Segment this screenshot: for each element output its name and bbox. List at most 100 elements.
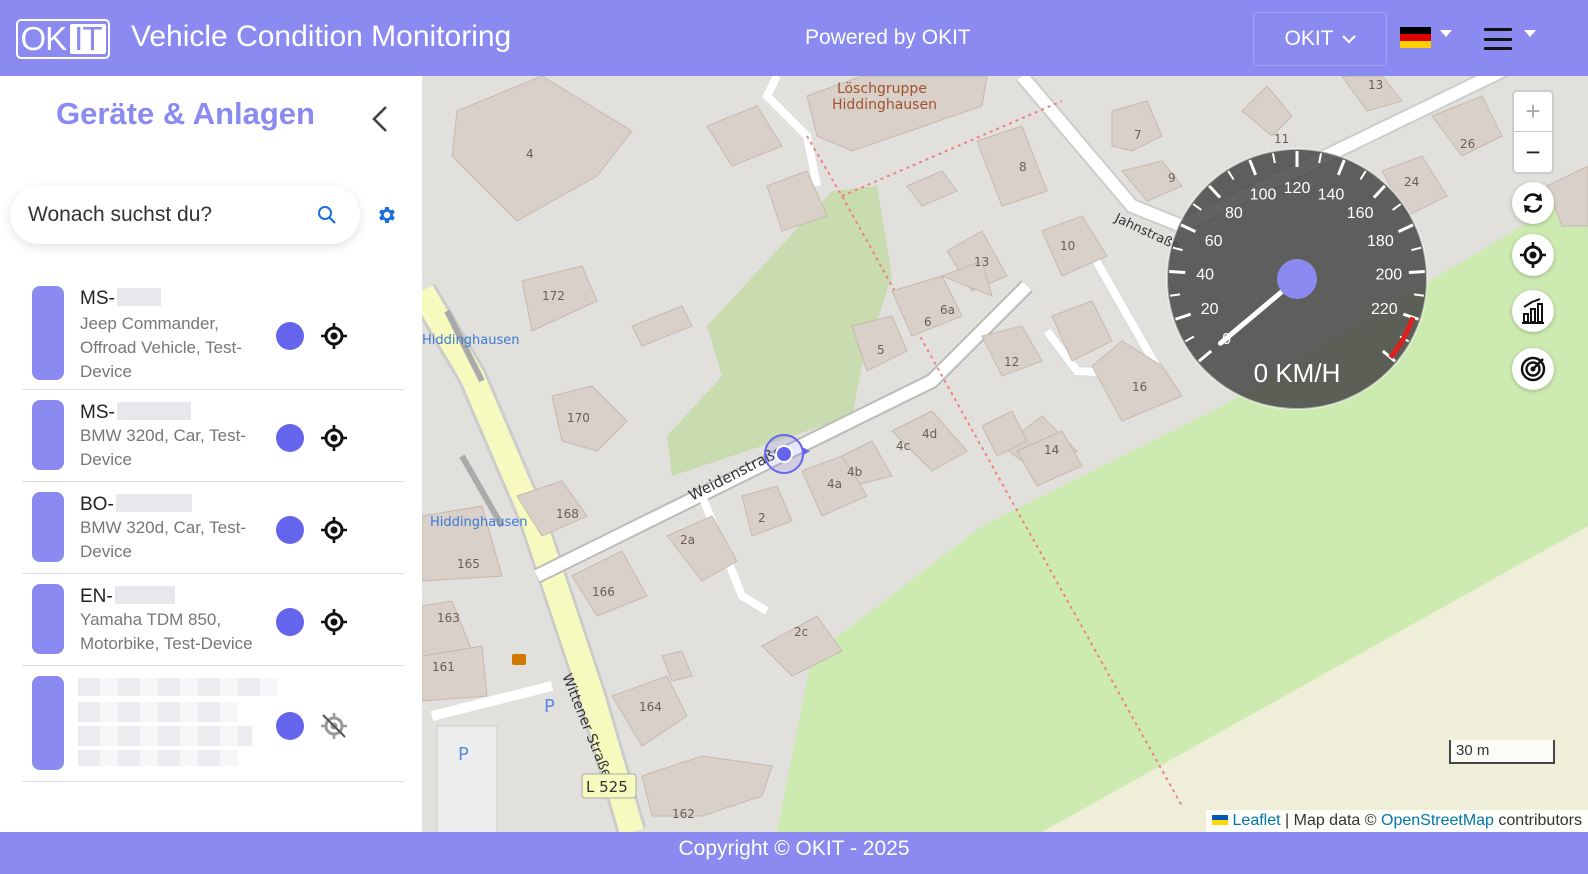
crosshair-icon: [1520, 242, 1546, 268]
svg-text:161: 161: [432, 660, 455, 674]
svg-text:4: 4: [526, 147, 534, 161]
german-flag-icon[interactable]: [1400, 27, 1431, 48]
search-input[interactable]: [28, 198, 308, 232]
device-color-bar: [32, 286, 64, 380]
svg-text:7: 7: [1134, 128, 1142, 142]
svg-text:6a: 6a: [940, 303, 955, 317]
gauge-tick: [1169, 293, 1181, 297]
svg-text:12: 12: [1004, 355, 1019, 369]
svg-text:16: 16: [1132, 380, 1147, 394]
gauge-tick: [1413, 293, 1425, 297]
speed-readout: 0 KM/H: [1254, 358, 1341, 388]
language-caret-icon[interactable]: [1440, 30, 1452, 37]
status-dot: [276, 322, 304, 350]
gauge-tick-label: 60: [1205, 233, 1223, 250]
powered-by-text: Powered by OKIT: [805, 26, 971, 49]
okit-logo[interactable]: OK IT: [16, 19, 110, 59]
search-icon[interactable]: [316, 204, 338, 226]
list-item[interactable]: BO- BMW 320d, Car, Test-Device: [22, 482, 404, 574]
svg-text:26: 26: [1460, 137, 1475, 151]
gauge-tick-label: 180: [1367, 233, 1394, 250]
gauge-tick-label: 80: [1225, 205, 1243, 222]
list-item[interactable]: EN- Yamaha TDM 850, Motorbike, Test-Devi…: [22, 574, 404, 666]
device-list: MS- Jeep Commander, Offroad Vehicle, Tes…: [22, 280, 404, 782]
gauge-tick-label: 220: [1371, 301, 1398, 318]
svg-text:4a: 4a: [827, 477, 842, 491]
app-title: Vehicle Condition Monitoring: [131, 20, 512, 53]
crosshair-icon[interactable]: [320, 322, 348, 350]
svg-text:P: P: [544, 696, 555, 717]
svg-text:2: 2: [758, 511, 766, 525]
svg-text:6: 6: [924, 315, 932, 329]
device-plate: EN-: [80, 586, 113, 607]
device-description: BMW 320d, Car, Test-Device: [80, 518, 246, 561]
crosshair-off-icon[interactable]: [320, 712, 348, 740]
device-description: BMW 320d, Car, Test-Device: [80, 426, 246, 469]
device-plate: MS-: [80, 402, 115, 423]
svg-text:163: 163: [437, 611, 460, 625]
zoom-control: + −: [1512, 90, 1554, 174]
status-dot: [276, 712, 304, 740]
leaflet-link[interactable]: Leaflet: [1233, 812, 1281, 829]
gear-icon[interactable]: [376, 204, 398, 226]
device-color-bar: [32, 492, 64, 562]
crosshair-icon[interactable]: [320, 516, 348, 544]
svg-text:168: 168: [556, 507, 579, 521]
statistics-button[interactable]: [1512, 290, 1554, 332]
svg-text:13: 13: [1368, 78, 1383, 92]
svg-text:170: 170: [567, 411, 590, 425]
app-header: OK IT Vehicle Condition Monitoring Powere…: [0, 0, 1588, 76]
svg-text:4b: 4b: [847, 465, 862, 479]
gauge-tick: [1408, 270, 1425, 274]
poi-label: Hiddinghausen: [832, 97, 937, 113]
list-item[interactable]: MS- BMW 320d, Car, Test-Device: [22, 390, 404, 482]
bar-chart-icon: [1522, 298, 1544, 324]
map-view[interactable]: Weidenstraße Jahnstraße Wittener Straße …: [422, 76, 1588, 832]
svg-text:10: 10: [1060, 239, 1075, 253]
crosshair-icon[interactable]: [320, 608, 348, 636]
map-attribution: Leaflet | Map data © OpenStreetMap contr…: [1206, 810, 1588, 832]
road-ref-label: L 525: [586, 778, 628, 796]
zoom-out-button[interactable]: −: [1514, 132, 1552, 172]
target-button[interactable]: [1512, 348, 1554, 390]
org-dropdown[interactable]: OKIT: [1253, 12, 1387, 66]
center-location-button[interactable]: [1512, 234, 1554, 276]
bus-stop-label: Hiddinghausen: [430, 515, 527, 530]
svg-text:13: 13: [974, 255, 989, 269]
sidebar-title: Geräte & Anlagen: [56, 96, 315, 131]
gauge-tick-label: 40: [1196, 267, 1214, 284]
speedometer-gauge: 020406080100120140160180200220 0 KM/H: [1166, 148, 1428, 410]
gauge-tick-label: 140: [1318, 187, 1345, 204]
svg-text:2c: 2c: [794, 625, 808, 639]
list-item[interactable]: [22, 666, 404, 782]
crosshair-icon[interactable]: [320, 424, 348, 452]
device-description: Jeep Commander, Offroad Vehicle, Test-De…: [80, 314, 242, 381]
svg-text:8: 8: [1019, 160, 1027, 174]
refresh-button[interactable]: [1512, 182, 1554, 224]
svg-text:162: 162: [672, 807, 695, 821]
osm-link[interactable]: OpenStreetMap: [1381, 812, 1494, 829]
svg-text:4d: 4d: [922, 427, 937, 441]
device-color-bar: [32, 676, 64, 770]
redacted-description: [78, 702, 238, 722]
target-icon: [1520, 356, 1546, 382]
svg-text:2a: 2a: [680, 533, 695, 547]
menu-icon[interactable]: [1484, 28, 1512, 50]
svg-text:4c: 4c: [896, 439, 910, 453]
status-dot: [276, 516, 304, 544]
device-color-bar: [32, 584, 64, 654]
gauge-tick: [1169, 270, 1186, 274]
list-item[interactable]: MS- Jeep Commander, Offroad Vehicle, Tes…: [22, 280, 404, 390]
svg-text:165: 165: [457, 557, 480, 571]
refresh-icon: [1523, 193, 1543, 213]
svg-text:14: 14: [1044, 443, 1059, 457]
svg-text:P: P: [458, 744, 469, 765]
map-scale: 30 m: [1449, 740, 1555, 764]
search-box: [10, 186, 360, 244]
menu-caret-icon[interactable]: [1524, 30, 1536, 37]
zoom-in-button[interactable]: +: [1514, 92, 1552, 132]
device-color-bar: [32, 400, 64, 470]
chevron-left-icon[interactable]: [370, 104, 390, 134]
org-dropdown-label: OKIT: [1284, 27, 1334, 50]
poi-label: Löschgruppe: [837, 81, 927, 97]
